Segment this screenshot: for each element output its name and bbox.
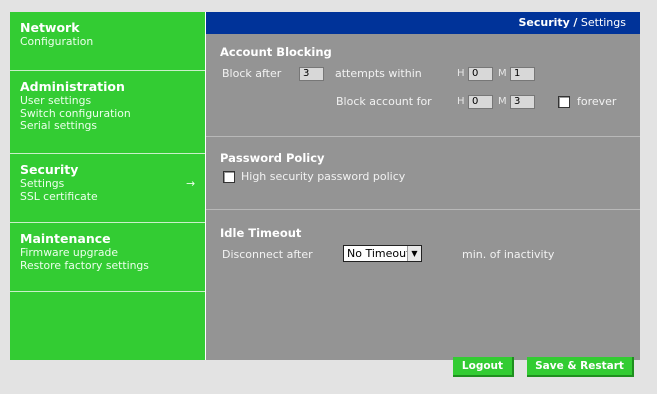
sidebar: Network Configuration Administration Use…: [10, 12, 206, 360]
idle-timeout-select[interactable]: No Timeout ▼: [343, 245, 422, 262]
high-security-checkbox[interactable]: [223, 171, 235, 183]
logout-button[interactable]: Logout: [453, 357, 514, 377]
block-hours-input[interactable]: 0: [468, 95, 493, 109]
sidebar-section-network: Network Configuration: [10, 12, 205, 71]
account-blocking-title: Account Blocking: [220, 45, 332, 59]
sidebar-item-settings[interactable]: Settings →: [20, 177, 195, 191]
password-policy-panel: Password Policy High security password p…: [206, 137, 640, 210]
within-hours-input[interactable]: 0: [468, 67, 493, 81]
arrow-right-icon: →: [185, 177, 195, 190]
sidebar-section-security: Security Settings → SSL certificate: [10, 154, 205, 223]
within-m-label: M: [498, 68, 507, 79]
attempts-within-label: attempts within: [335, 67, 422, 80]
high-security-label: High security password policy: [241, 170, 406, 183]
forever-checkbox[interactable]: [558, 96, 570, 108]
sidebar-heading-security[interactable]: Security: [20, 162, 195, 178]
block-minutes-input[interactable]: 3: [510, 95, 535, 109]
block-account-for-label: Block account for: [336, 95, 432, 108]
attempts-input[interactable]: 3: [299, 67, 324, 81]
idle-timeout-selected: No Timeout: [347, 247, 411, 260]
account-blocking-panel: Account Blocking Block after 3 attempts …: [206, 34, 640, 137]
within-minutes-input[interactable]: 1: [510, 67, 535, 81]
idle-timeout-title: Idle Timeout: [220, 226, 302, 240]
save-restart-button[interactable]: Save & Restart: [527, 357, 634, 377]
disconnect-after-label: Disconnect after: [222, 248, 313, 261]
for-m-label: M: [498, 96, 507, 107]
idle-timeout-panel: Idle Timeout Disconnect after No Timeout…: [206, 210, 640, 350]
sidebar-item-firmware-upgrade[interactable]: Firmware upgrade: [20, 246, 195, 260]
block-after-label: Block after: [222, 67, 282, 80]
sidebar-item-configuration[interactable]: Configuration: [20, 35, 195, 49]
header-page: Settings: [580, 16, 626, 29]
forever-label: forever: [577, 95, 617, 108]
page-header: Security / Settings: [206, 12, 640, 34]
header-separator: /: [573, 16, 578, 29]
header-section: Security: [518, 16, 570, 29]
sidebar-heading-maintenance[interactable]: Maintenance: [20, 231, 195, 247]
sidebar-item-settings-label: Settings: [20, 177, 65, 190]
app-frame: Network Configuration Administration Use…: [10, 12, 640, 360]
inactivity-suffix: min. of inactivity: [462, 248, 555, 261]
sidebar-item-user-settings[interactable]: User settings: [20, 94, 195, 108]
sidebar-section-maintenance: Maintenance Firmware upgrade Restore fac…: [10, 223, 205, 292]
sidebar-item-serial-settings[interactable]: Serial settings: [20, 119, 195, 133]
for-h-label: H: [457, 96, 465, 107]
sidebar-heading-administration[interactable]: Administration: [20, 79, 195, 95]
sidebar-item-ssl-certificate[interactable]: SSL certificate: [20, 190, 195, 204]
within-h-label: H: [457, 68, 465, 79]
sidebar-heading-network[interactable]: Network: [20, 20, 195, 36]
sidebar-item-restore-factory-settings[interactable]: Restore factory settings: [20, 259, 195, 273]
chevron-down-icon[interactable]: ▼: [407, 246, 421, 261]
sidebar-section-administration: Administration User settings Switch conf…: [10, 71, 205, 154]
password-policy-title: Password Policy: [220, 151, 325, 165]
main-content: Security / Settings Account Blocking Blo…: [206, 12, 640, 360]
